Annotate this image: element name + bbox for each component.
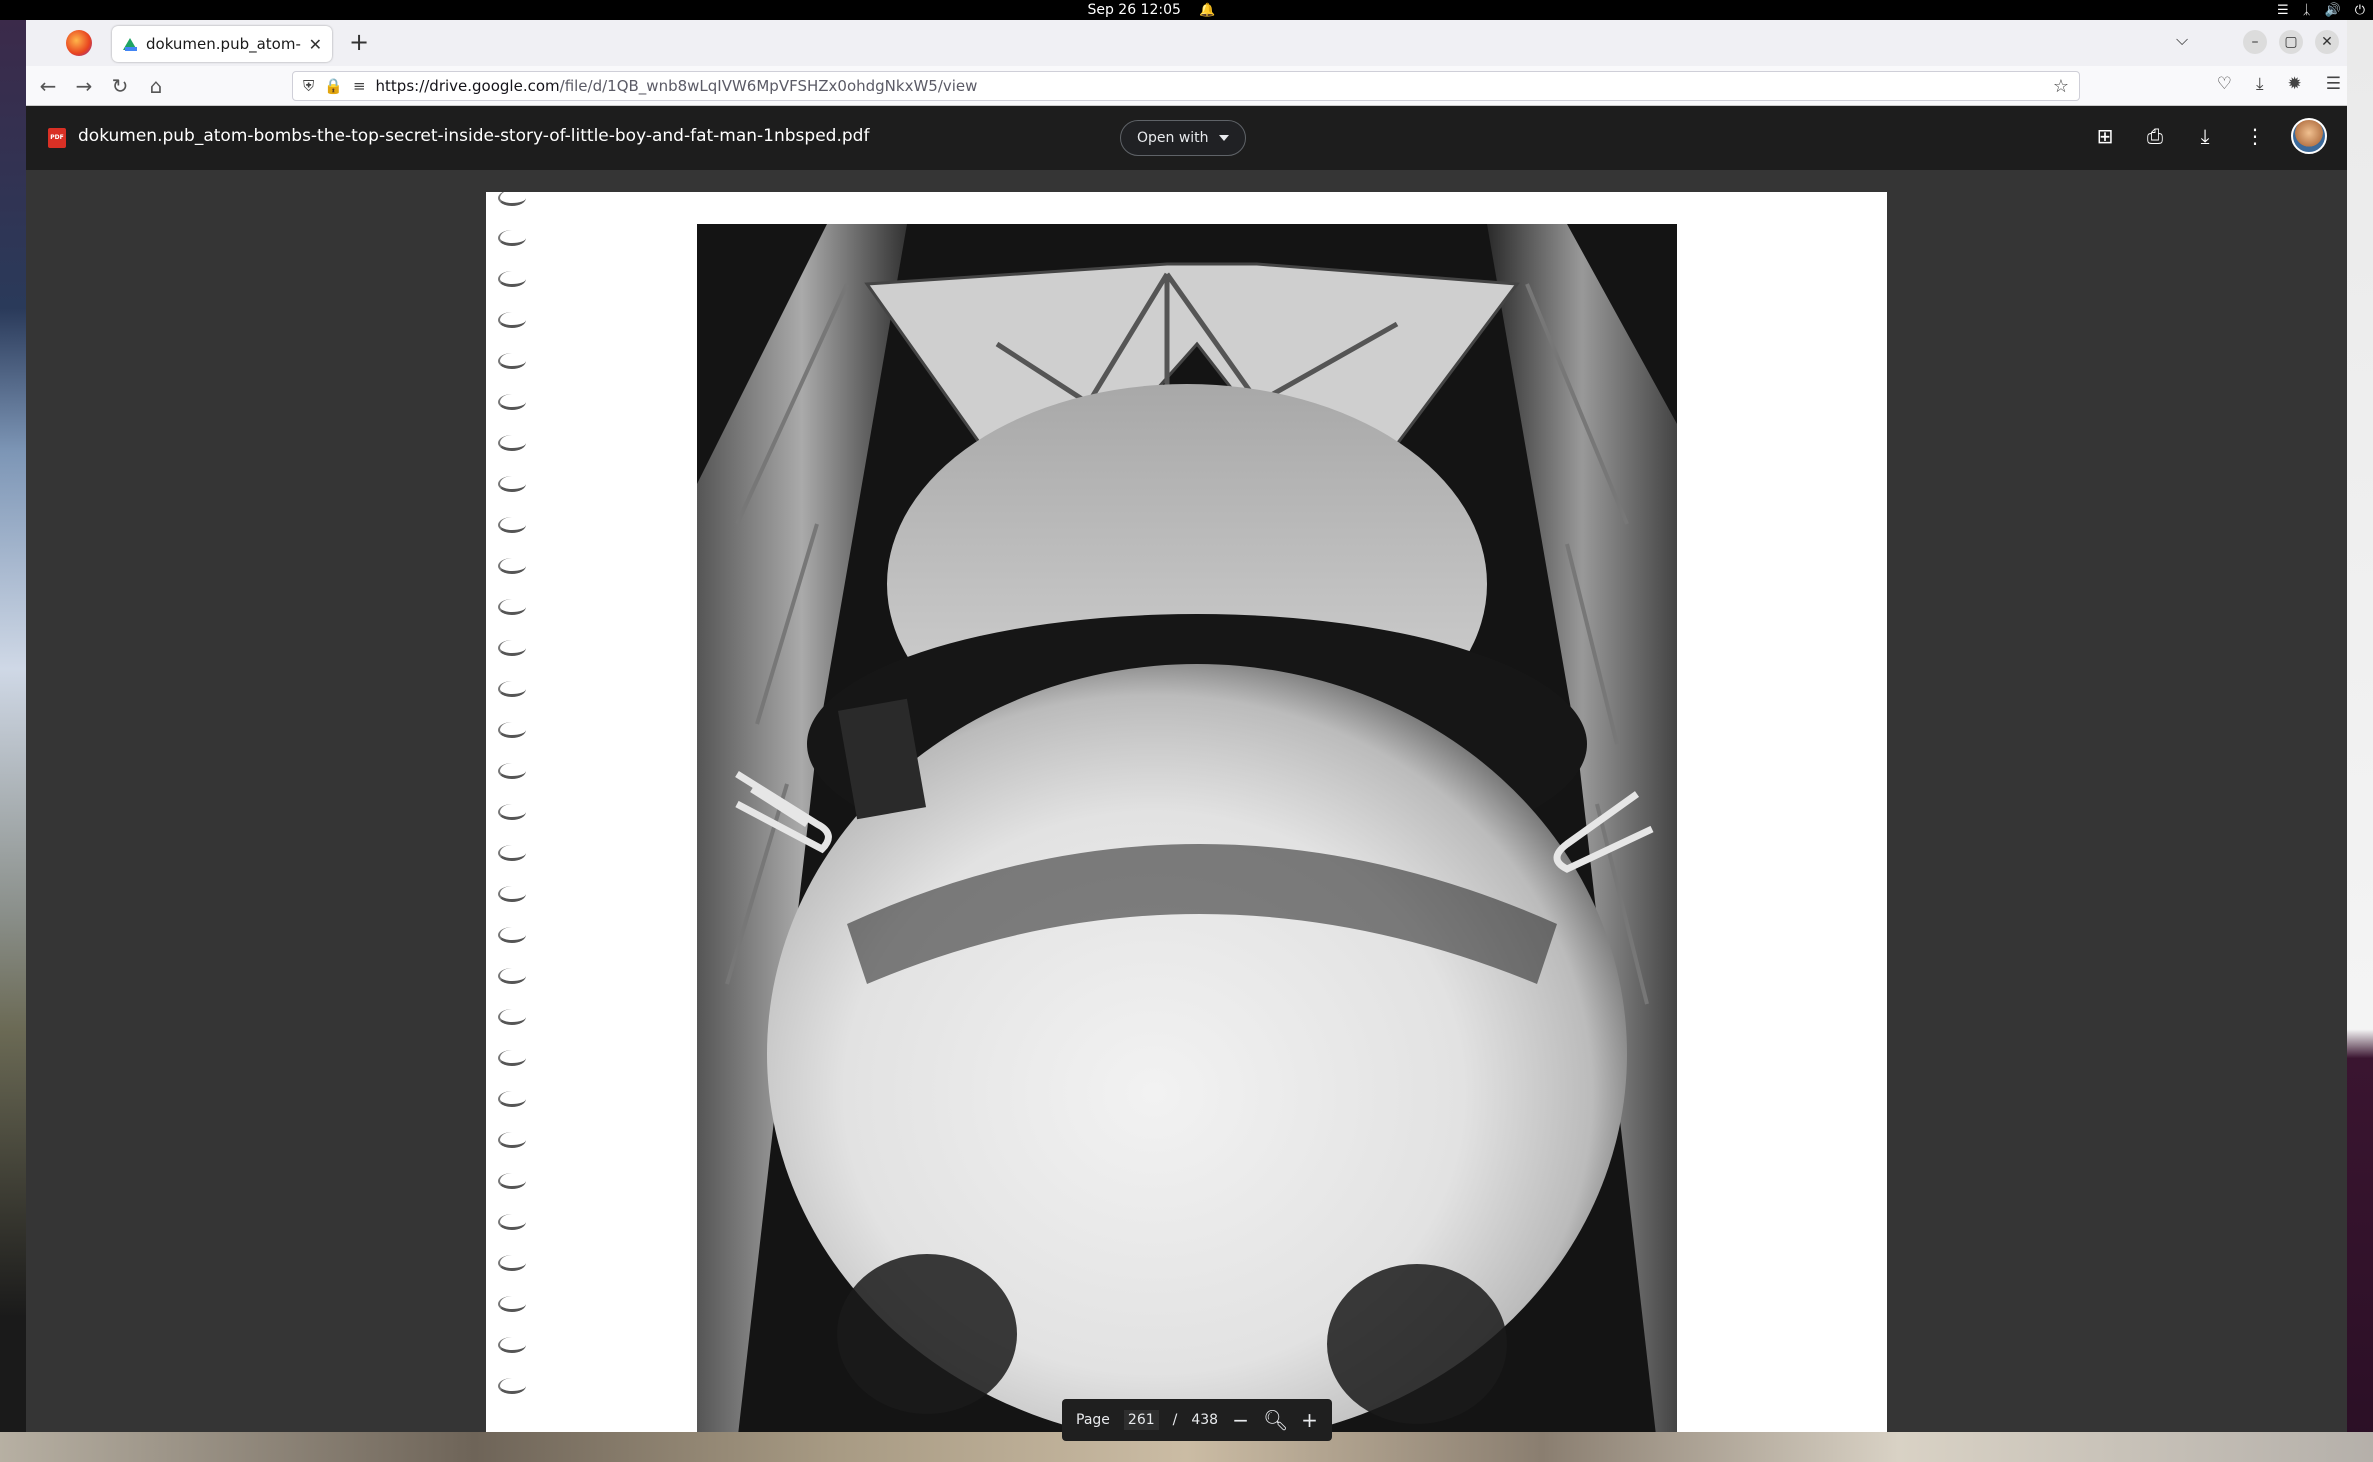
open-with-button[interactable]: Open with <box>1120 120 1246 156</box>
firefox-icon[interactable] <box>66 30 92 56</box>
volume-icon: 🔊 <box>2324 2 2341 18</box>
url-bar[interactable]: ⛨ 🔒 ≡ https://drive.google.com/file/d/1Q… <box>292 71 2080 101</box>
shield-icon[interactable]: ⛨ <box>303 77 314 95</box>
chevron-down-icon <box>1218 135 1229 141</box>
url-path: /file/d/1QB_wnb8wLqIVW6MpVFSHZx0ohdgNkxW… <box>559 77 978 95</box>
tab-google-drive[interactable]: dokumen.pub_atom-bom ✕ <box>112 26 332 62</box>
permissions-icon[interactable]: ≡ <box>353 77 366 95</box>
viewer-actions: ⊞ ⎙ ⤓ ⋮ <box>2091 118 2327 154</box>
toolbar-right: ♡ ⤓ ✹ ☰ <box>2217 74 2341 94</box>
zoom-icon[interactable]: 🔍︎ <box>1263 1408 1288 1432</box>
google-drive-icon <box>122 36 138 52</box>
network-icon: ☰ <box>2277 2 2289 18</box>
tab-title: dokumen.pub_atom-bom <box>146 35 301 53</box>
reload-icon[interactable]: ↻ <box>106 72 134 100</box>
spiral-binding <box>498 192 528 1432</box>
menu-icon[interactable]: ☰ <box>2326 74 2341 94</box>
power-icon: ⏻ <box>2354 2 2365 18</box>
system-tray[interactable]: ☰ ᛣ 🔊 ⏻ <box>2277 0 2365 20</box>
pdf-icon: PDF <box>48 128 66 148</box>
page-navigation-toolbar: Page 261 / 438 − 🔍︎ + <box>1062 1399 1332 1441</box>
system-top-bar: Sep 26 12:05 🔔 ☰ ᛣ 🔊 ⏻ <box>0 0 2373 20</box>
lock-icon[interactable]: 🔒 <box>324 77 343 95</box>
download-icon[interactable]: ⤓ <box>2191 122 2219 150</box>
maximize-icon[interactable]: ▢ <box>2279 30 2303 54</box>
back-icon[interactable]: ← <box>34 72 62 100</box>
desktop-background-right <box>2347 20 2373 1462</box>
forward-icon[interactable]: → <box>70 72 98 100</box>
avatar[interactable] <box>2291 118 2327 154</box>
bluetooth-icon: ᛣ <box>2302 2 2311 18</box>
tab-strip: dokumen.pub_atom-bom ✕ + ⌵ – ▢ ✕ <box>26 20 2347 66</box>
viewer-header: PDF dokumen.pub_atom-bombs-the-top-secre… <box>26 106 2347 170</box>
url-host: https://drive.google.com <box>375 77 560 95</box>
print-icon[interactable]: ⎙ <box>2141 122 2169 150</box>
zoom-in-icon[interactable]: + <box>1301 1408 1318 1432</box>
home-icon[interactable]: ⌂ <box>142 72 170 100</box>
current-page-input[interactable]: 261 <box>1123 1410 1159 1430</box>
downloads-icon[interactable]: ⤓ <box>2256 74 2264 94</box>
window-close-icon[interactable]: ✕ <box>2315 30 2339 54</box>
navigation-bar: ← → ↻ ⌂ ⛨ 🔒 ≡ https://drive.google.com/f… <box>26 66 2347 106</box>
url-text[interactable]: https://drive.google.com/file/d/1QB_wnb8… <box>376 77 978 95</box>
add-comment-icon[interactable]: ⊞ <box>2091 122 2119 150</box>
window-controls: – ▢ ✕ <box>2243 30 2339 54</box>
bomb-photograph <box>697 224 1677 1432</box>
clock[interactable]: Sep 26 12:05 🔔 <box>0 0 2373 20</box>
extensions-icon[interactable]: ✹ <box>2288 74 2302 94</box>
pocket-icon[interactable]: ♡ <box>2217 74 2232 94</box>
clock-datetime: Sep 26 12:05 <box>1087 2 1181 18</box>
new-tab-icon[interactable]: + <box>344 28 374 58</box>
minimize-icon[interactable]: – <box>2243 30 2267 54</box>
file-name: dokumen.pub_atom-bombs-the-top-secret-in… <box>78 126 870 146</box>
list-all-tabs-icon[interactable]: ⌵ <box>2176 30 2188 50</box>
drive-pdf-viewer: PDF dokumen.pub_atom-bombs-the-top-secre… <box>26 106 2347 1441</box>
zoom-out-icon[interactable]: − <box>1232 1408 1249 1432</box>
desktop-background-left <box>0 20 26 1462</box>
firefox-window: dokumen.pub_atom-bom ✕ + ⌵ – ▢ ✕ ← → ↻ ⌂… <box>26 20 2347 1441</box>
page-separator: / <box>1172 1412 1178 1428</box>
notification-bell-icon: 🔔 <box>1199 3 1216 18</box>
total-pages: 438 <box>1191 1412 1219 1428</box>
page-label: Page <box>1076 1412 1110 1428</box>
close-icon[interactable]: ✕ <box>309 35 322 54</box>
bookmark-star-icon[interactable]: ☆ <box>2053 76 2069 97</box>
open-with-label: Open with <box>1137 130 1209 146</box>
more-options-icon[interactable]: ⋮ <box>2241 122 2269 150</box>
pdf-page[interactable] <box>486 192 1887 1432</box>
